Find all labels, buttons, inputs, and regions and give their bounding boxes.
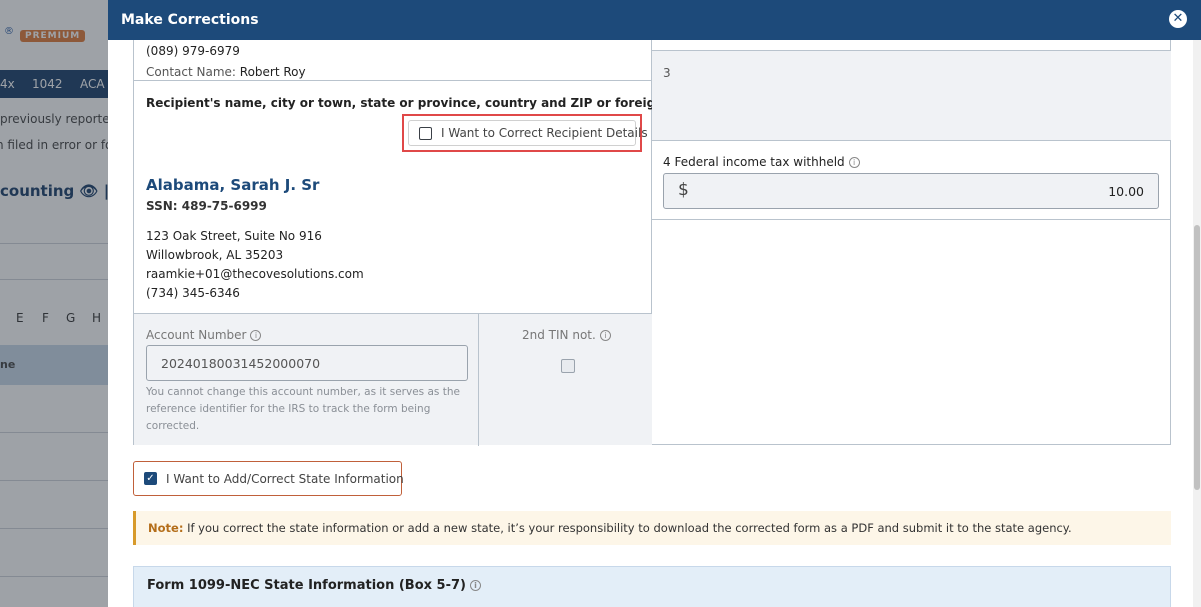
second-tin-label: 2nd TIN not. i (522, 328, 611, 342)
payer-contact: Contact Name: Robert Roy (146, 65, 306, 79)
modal-body: (089) 979-6979 Contact Name: Robert Roy … (108, 40, 1201, 607)
recipient-section: Recipient's name, city or town, state or… (134, 80, 746, 313)
add-correct-state-label[interactable]: I Want to Add/Correct State Information (166, 472, 404, 486)
box-3: 3 (652, 50, 1171, 140)
second-tin-checkbox[interactable] (561, 359, 575, 373)
state-note-text: Note: If you correct the state informati… (148, 521, 1072, 535)
form-1099-nec-grid: (089) 979-6979 Contact Name: Robert Roy … (133, 40, 1171, 446)
federal-tax-withheld-input[interactable]: $ 10.00 (663, 173, 1159, 209)
recipient-address1: 123 Oak Street, Suite No 916 (146, 229, 322, 243)
info-icon[interactable]: i (470, 580, 481, 591)
form-left-column: (089) 979-6979 Contact Name: Robert Roy … (134, 40, 746, 446)
payer-phone: (089) 979-6979 (146, 44, 240, 58)
scrollbar-thumb[interactable] (1194, 225, 1200, 490)
state-information-title: Form 1099-NEC State Information (Box 5-7… (147, 578, 481, 593)
info-icon[interactable]: i (599, 330, 611, 341)
info-icon[interactable]: i (848, 157, 860, 168)
dollar-icon: $ (678, 180, 689, 200)
modal-header: Make Corrections ✕ (108, 0, 1201, 40)
account-number-input[interactable]: 20240180031452000070 (146, 345, 468, 381)
info-icon[interactable]: i (250, 330, 262, 341)
correct-recipient-highlight: I Want to Correct Recipient Details (402, 114, 648, 152)
modal-backdrop[interactable] (0, 0, 108, 607)
form-right-column: 3 4 Federal income tax withheld i $ 10.00 (652, 40, 1171, 445)
recipient-phone: (734) 345-6346 (146, 286, 240, 300)
account-number-label: Account Number i (146, 328, 262, 342)
account-number-help: You cannot change this account number, a… (146, 386, 460, 432)
box-4-label: 4 Federal income tax withheld i (663, 155, 860, 169)
check-icon[interactable]: ✓ (144, 472, 157, 485)
state-information-section: Form 1099-NEC State Information (Box 5-7… (133, 566, 1171, 607)
make-corrections-modal: Make Corrections ✕ (089) 979-6979 Contac… (108, 0, 1201, 607)
add-correct-state-checkbox[interactable]: ✓ I Want to Add/Correct State Informatio… (133, 461, 404, 496)
federal-tax-withheld-value: 10.00 (1108, 184, 1144, 199)
recipient-ssn: SSN: 489-75-6999 (146, 199, 267, 213)
modal-title: Make Corrections (121, 12, 259, 28)
box-3-number: 3 (663, 66, 671, 80)
account-section: Account Number i 20240180031452000070 You… (134, 313, 652, 446)
close-icon[interactable]: ✕ (1169, 10, 1187, 28)
state-note: Note: If you correct the state informati… (133, 511, 1171, 545)
recipient-name: Alabama, Sarah J. Sr (146, 176, 320, 194)
box-4: 4 Federal income tax withheld i $ 10.00 (652, 140, 1171, 220)
account-number-field: Account Number i 20240180031452000070 You… (134, 314, 479, 446)
recipient-email: raamkie+01@thecovesolutions.com (146, 267, 364, 281)
checkbox-unchecked[interactable] (419, 127, 432, 140)
correct-recipient-label[interactable]: I Want to Correct Recipient Details (441, 126, 648, 140)
recipient-address2: Willowbrook, AL 35203 (146, 248, 284, 262)
modal-scrollbar[interactable] (1193, 40, 1201, 607)
correct-recipient-checkbox[interactable]: I Want to Correct Recipient Details (408, 120, 648, 146)
